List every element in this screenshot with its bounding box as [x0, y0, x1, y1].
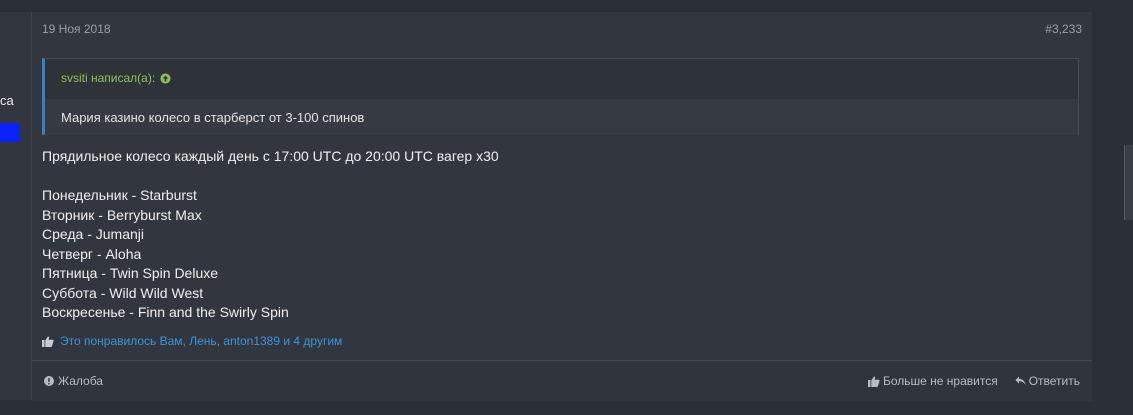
warning-icon — [44, 376, 54, 386]
reply-label[interactable]: Ответить — [1029, 374, 1080, 388]
likes-bar: Это понравилось Вам, Лень, anton1389 и 4… — [42, 334, 342, 348]
post: 19 Ноя 2018 #3,233 svsiti написал(а): Ма… — [32, 12, 1092, 401]
scrollbar[interactable] — [1124, 145, 1133, 220]
quote-block: svsiti написал(а): Мария казино колесо в… — [42, 58, 1079, 135]
post-footer: Жалоба Больше не нравится Ответить — [32, 360, 1092, 401]
message-line: Прядильное колесо каждый день с 17:00 UT… — [42, 148, 499, 164]
post-actions: Больше не нравится Ответить — [867, 374, 1080, 388]
message-line: Вторник - Berryburst Max — [42, 206, 202, 223]
message-line: Понедельник - Starburst — [42, 187, 197, 203]
report-label[interactable]: Жалоба — [58, 374, 103, 388]
message-line: Воскресенье - Finn and the Swirly Spin — [42, 304, 289, 320]
message-line: Среда - Jumanji — [42, 226, 145, 242]
message-line — [42, 167, 499, 187]
post-number-link[interactable]: #3,233 — [1045, 22, 1082, 36]
post-date[interactable]: 19 Ноя 2018 — [42, 22, 111, 36]
unlike-label[interactable]: Больше не нравится — [883, 374, 998, 388]
message-line: Пятница - Twin Spin Deluxe — [42, 265, 219, 281]
reply-arrow-icon — [1015, 376, 1026, 385]
quote-content: Мария казино колесо в старберст от 3-100… — [45, 99, 1078, 135]
page: са 19 Ноя 2018 #3,233 svsiti написал(а):… — [0, 0, 1133, 415]
reply-button[interactable]: Ответить — [1015, 374, 1080, 388]
user-title: са — [0, 93, 14, 108]
message-line: Четверг - Aloha — [42, 245, 142, 262]
message-body: Прядильное колесо каждый день с 17:00 UT… — [42, 147, 499, 323]
report-button[interactable]: Жалоба — [44, 374, 103, 388]
arrow-up-circle-icon[interactable] — [160, 72, 171, 84]
thumbs-up-icon — [867, 375, 880, 387]
unlike-button[interactable]: Больше не нравится — [867, 374, 998, 388]
quote-author[interactable]: svsiti написал(а): — [61, 71, 155, 85]
quote-text: Мария казино колесо в старберст от 3-100… — [61, 110, 365, 125]
user-info-panel: са — [0, 12, 32, 400]
likes-list-link[interactable]: Это понравилось Вам, Лень, anton1389 и 4… — [60, 334, 342, 348]
message-line: Суббота - Wild Wild West — [42, 284, 204, 301]
quote-author-link[interactable]: svsiti написал(а): — [61, 71, 171, 85]
user-banner — [0, 123, 20, 142]
thumbs-up-icon — [42, 335, 54, 347]
